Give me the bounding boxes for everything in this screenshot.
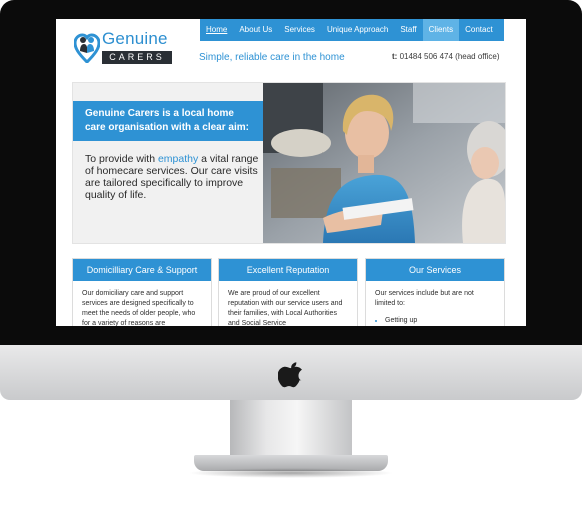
card-body: Our services include but are not limited… [366,281,504,326]
logo-wordmark: Genuine [102,29,168,48]
nav-unique-approach[interactable]: Unique Approach [321,19,394,41]
nav-about-us[interactable]: About Us [233,19,278,41]
hero-section: Genuine Carers is a local home care orga… [72,82,506,244]
services-list: Getting up [375,316,495,326]
stand-shadow [188,468,394,478]
phone-prefix: t: [392,52,398,61]
card-body: Our domiciliary care and support service… [82,290,196,326]
hero-intro: To provide with empathy a vital range of… [85,153,263,201]
website-screen: Genuine CARERS Home About Us Services Un… [56,19,526,326]
card-title[interactable]: Domicilliary Care & Support [73,259,211,281]
nav-staff[interactable]: Staff [394,19,422,41]
main-nav: Home About Us Services Unique Approach S… [200,19,504,41]
list-item: Getting up [385,316,495,326]
logo-subtitle: CARERS [102,51,172,64]
card-our-services[interactable]: Our Services Our services include but ar… [365,258,505,326]
monitor-stand [230,400,352,458]
hero-photo [263,83,505,243]
nav-clients[interactable]: Clients [422,19,460,41]
nav-home[interactable]: Home [200,19,233,41]
card-title[interactable]: Our Services [366,259,504,281]
card-text: Our services include but are not limited… [375,290,474,307]
card-title[interactable]: Excellent Reputation [219,259,357,281]
site-logo[interactable]: Genuine CARERS [74,27,174,67]
hero-text-start: To provide with [85,153,158,165]
heart-figures-icon [74,33,100,63]
site-tagline: Simple, reliable care in the home [199,52,345,63]
phone-number[interactable]: t: 01484 506 474 (head office) [392,52,500,61]
card-domiciliary[interactable]: Domicilliary Care & Support Our domicili… [72,258,212,326]
phone-value: 01484 506 474 (head office) [399,52,500,61]
nav-services[interactable]: Services [278,19,321,41]
hero-highlight: empathy [157,153,199,165]
card-body: We are proud of our excellent reputation… [228,290,343,326]
card-reputation[interactable]: Excellent Reputation We are proud of our… [218,258,358,326]
nav-contact[interactable]: Contact [459,19,499,41]
hero-heading: Genuine Carers is a local home care orga… [73,101,263,141]
apple-logo-icon [278,362,302,388]
